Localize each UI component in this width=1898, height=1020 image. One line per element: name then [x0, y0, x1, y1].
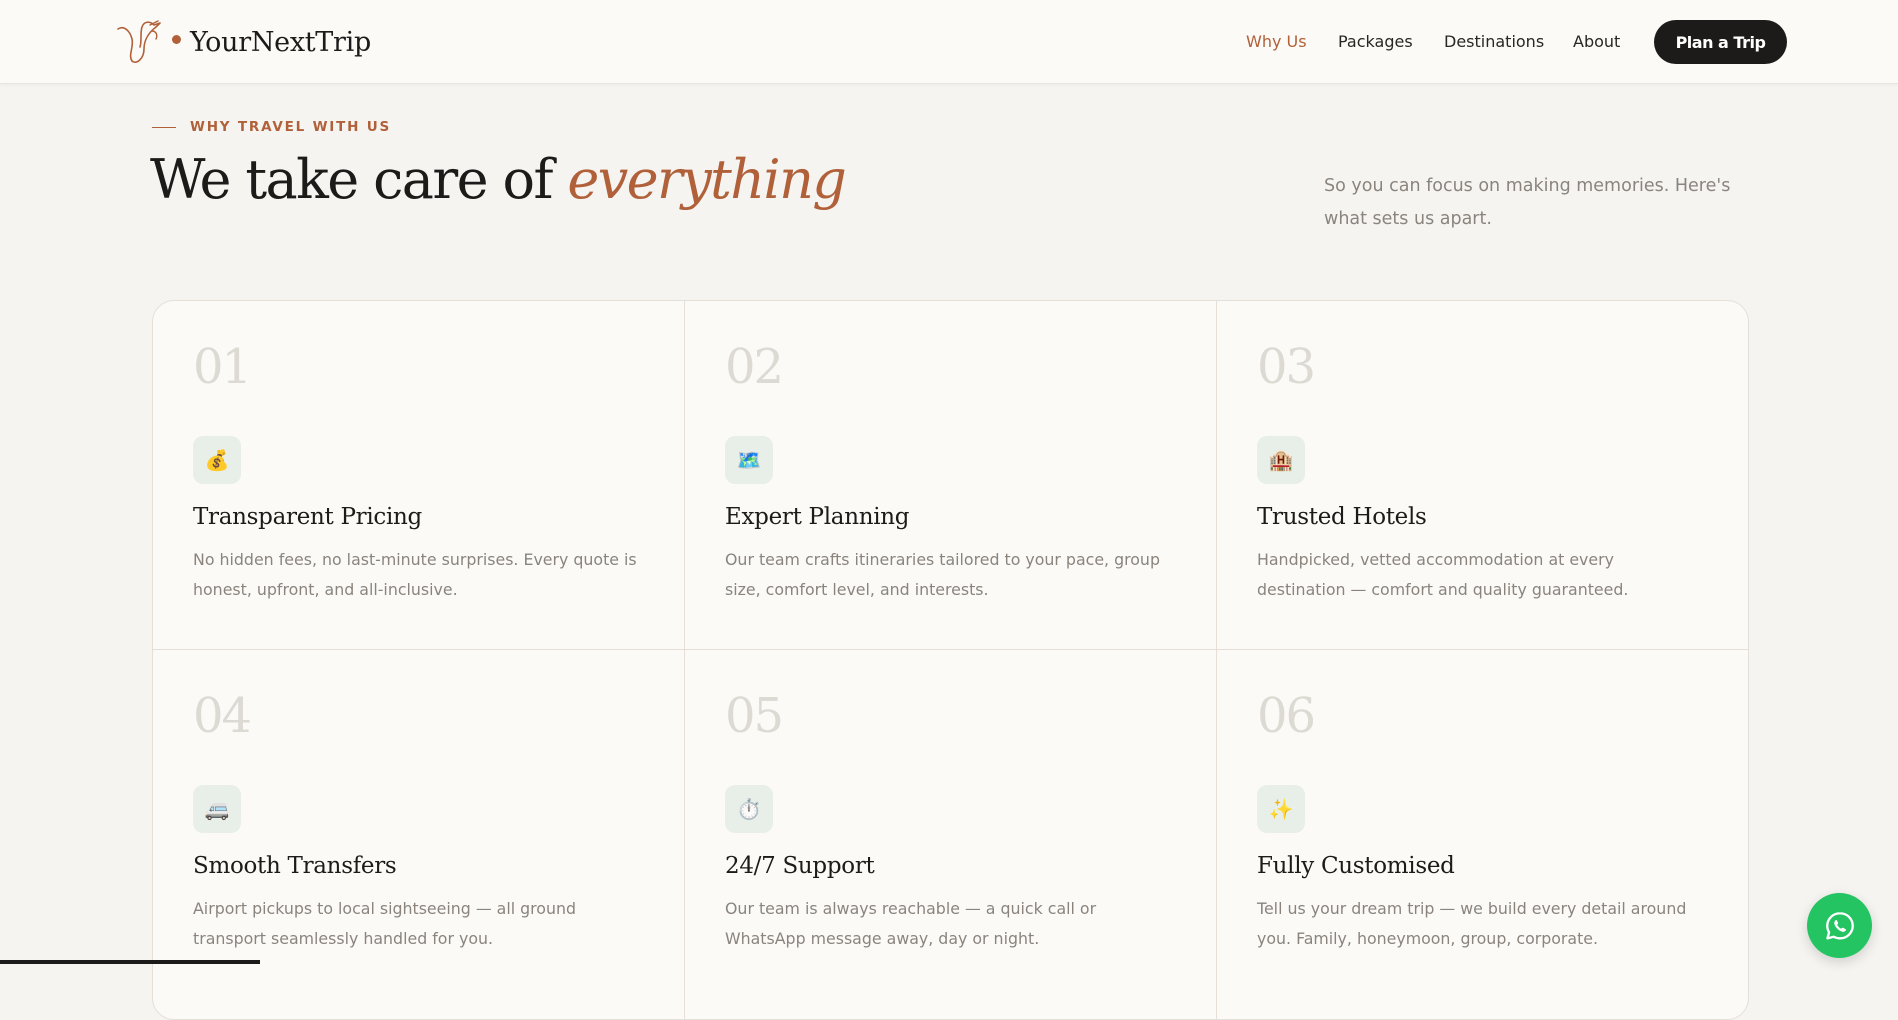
- feature-title: Transparent Pricing: [193, 504, 422, 530]
- section-title: We take care of everything: [150, 148, 847, 211]
- feature-title: 24/7 Support: [725, 853, 875, 879]
- feature-card: 06 ✨ Fully Customised Tell us your dream…: [1217, 650, 1748, 1019]
- hotel-icon: 🏨: [1257, 436, 1305, 484]
- feature-title: Trusted Hotels: [1257, 504, 1427, 530]
- feature-description: Our team is always reachable — a quick c…: [725, 899, 1097, 948]
- feature-card: 01 💰 Transparent Pricing No hidden fees,…: [153, 301, 685, 650]
- title-accent: everything: [567, 148, 846, 211]
- feature-description: No hidden fees, no last-minute surprises…: [193, 550, 637, 599]
- feature-number: 01: [193, 339, 252, 395]
- features-grid: 01 💰 Transparent Pricing No hidden fees,…: [152, 300, 1749, 1020]
- feature-description: Airport pickups to local sightseeing — a…: [193, 899, 577, 948]
- feature-card: 02 🗺️ Expert Planning Our team crafts it…: [685, 301, 1217, 650]
- whatsapp-icon: [1825, 911, 1854, 939]
- whatsapp-button[interactable]: [1807, 893, 1872, 958]
- brand-logo[interactable]: YourNextTrip: [114, 14, 371, 70]
- feature-title: Smooth Transfers: [193, 853, 397, 879]
- feature-number: 02: [725, 339, 784, 395]
- brand-name: YourNextTrip: [190, 26, 371, 58]
- sparkles-icon: ✨: [1257, 785, 1305, 833]
- van-icon: 🚐: [193, 785, 241, 833]
- feature-title: Expert Planning: [725, 504, 910, 530]
- feature-number: 03: [1257, 339, 1316, 395]
- feature-card: 04 🚐 Smooth Transfers Airport pickups to…: [153, 650, 685, 1019]
- feature-description: Our team crafts itineraries tailored to …: [725, 550, 1160, 599]
- stopwatch-icon: ⏱️: [725, 785, 773, 833]
- nav-why-us[interactable]: Why Us: [1246, 28, 1307, 56]
- feature-card: 03 🏨 Trusted Hotels Handpicked, vetted a…: [1217, 301, 1748, 650]
- nav-packages[interactable]: Packages: [1338, 28, 1413, 56]
- feature-number: 05: [725, 688, 784, 744]
- eyebrow-line: [152, 126, 176, 128]
- section-eyebrow: WHY TRAVEL WITH US: [152, 117, 391, 137]
- title-plain: We take care of: [150, 148, 568, 211]
- feature-title: Fully Customised: [1257, 853, 1455, 879]
- feature-description: Handpicked, vetted accommodation at ever…: [1257, 550, 1629, 599]
- feature-number: 06: [1257, 688, 1316, 744]
- eyebrow-text: WHY TRAVEL WITH US: [190, 119, 391, 135]
- bird-logo-icon: [117, 20, 161, 64]
- map-icon: 🗺️: [725, 436, 773, 484]
- money-bag-icon: 💰: [193, 436, 241, 484]
- site-header: YourNextTrip Why Us Packages Destination…: [0, 0, 1898, 84]
- plan-a-trip-button[interactable]: Plan a Trip: [1654, 20, 1787, 64]
- section-subtitle: So you can focus on making memories. Her…: [1324, 176, 1731, 229]
- feature-number: 04: [193, 688, 252, 744]
- feature-description: Tell us your dream trip — we build every…: [1257, 899, 1687, 948]
- nav-about[interactable]: About: [1573, 28, 1620, 56]
- nav-destinations[interactable]: Destinations: [1444, 28, 1544, 56]
- logo-dot: [172, 34, 181, 44]
- bottom-scroll-indicator: [0, 960, 260, 964]
- feature-card: 05 ⏱️ 24/7 Support Our team is always re…: [685, 650, 1217, 1019]
